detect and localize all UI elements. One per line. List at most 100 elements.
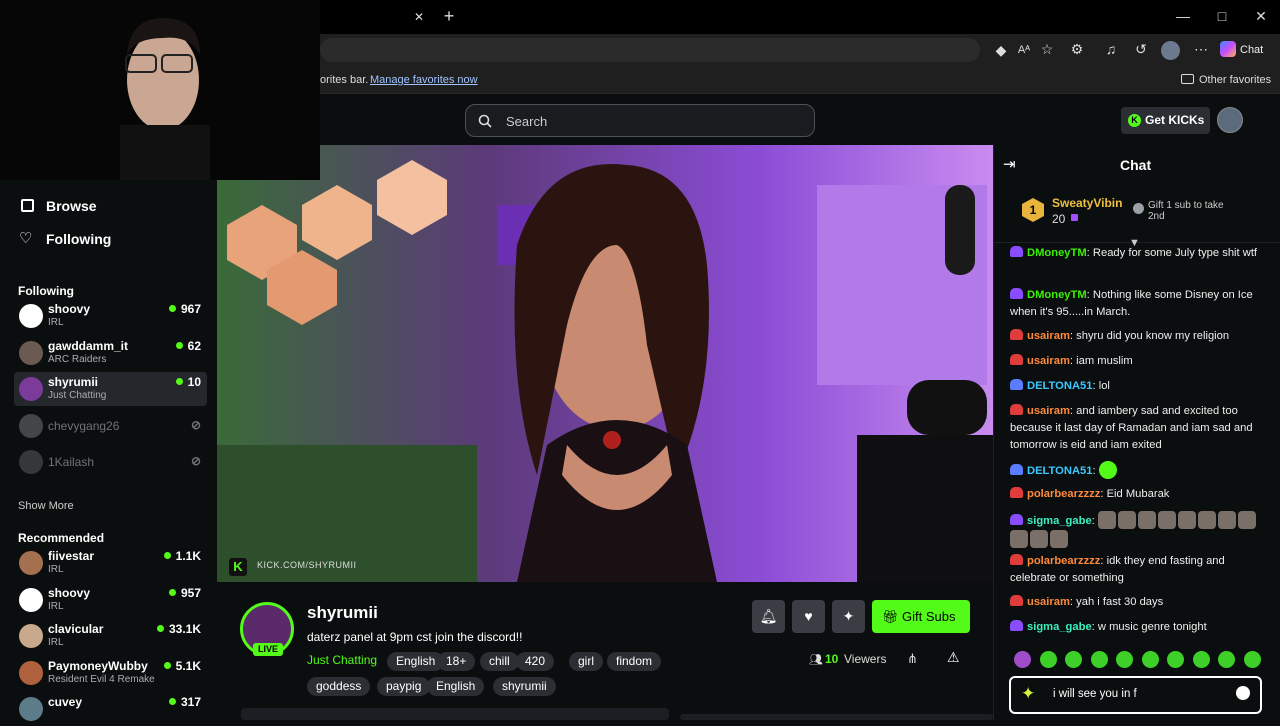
sidebar-channel[interactable]: shyrumii Just Chatting 10 (14, 372, 207, 407)
channel-category: IRL (48, 564, 64, 575)
extensions-icon[interactable]: ⚙ (1068, 41, 1086, 57)
media-icon[interactable]: ♫ (1102, 41, 1120, 57)
channel-name: shoovy (48, 585, 91, 600)
nav-following[interactable]: Following (46, 231, 111, 247)
quick-emote-icon[interactable] (1141, 651, 1159, 668)
cat-emote-icon (1137, 511, 1156, 529)
category-link[interactable]: Just Chatting (307, 653, 377, 667)
favorite-star-icon[interactable]: ☆ (1038, 41, 1056, 57)
sidebar-channel[interactable]: PaymoneyWubby Resident Evil 4 Remake 5.1K (14, 656, 207, 690)
quick-emote-icon[interactable] (1014, 651, 1031, 668)
user-badge-icon (1010, 487, 1023, 498)
follow-button[interactable]: ♥ (792, 600, 825, 633)
sidebar-channel[interactable]: fiivestar IRL 1.1K (14, 546, 207, 580)
quick-emote-icon[interactable] (1192, 651, 1210, 668)
quick-emote-icon[interactable] (1039, 651, 1057, 668)
manage-favorites-link[interactable]: Manage favorites now (370, 74, 478, 86)
sparkle-emote-icon[interactable]: ✦ (1021, 684, 1035, 704)
chat-username[interactable]: DELTONA51 (1027, 380, 1092, 392)
viewer-count: ⊘ (191, 454, 201, 468)
copilot-chat-button[interactable]: Chat (1220, 41, 1263, 57)
quick-emote-icon[interactable] (1243, 651, 1261, 668)
sidebar-channel[interactable]: chevygang26 ⊘ (14, 409, 207, 443)
channel-name[interactable]: shyrumii (307, 603, 378, 623)
read-aloud-icon[interactable]: Aᴬ (1015, 42, 1033, 58)
quick-emote-icon[interactable] (1218, 651, 1235, 668)
chat-username[interactable]: sigma_gabe (1027, 515, 1092, 527)
chat-username[interactable]: sigma_gabe (1027, 621, 1092, 633)
get-kicks-button[interactable]: K Get KICKs (1121, 107, 1210, 134)
report-icon[interactable]: ⚠ (947, 649, 960, 666)
stream-tag[interactable]: shyrumii (493, 677, 556, 696)
chat-username[interactable]: polarbearzzzz (1027, 555, 1100, 567)
channel-name: shyrumii (48, 375, 99, 390)
chat-username[interactable]: DELTONA51 (1027, 465, 1092, 477)
stream-tag[interactable]: findom (607, 652, 662, 671)
leader-name[interactable]: SweatyVibin (1052, 196, 1122, 210)
url-field[interactable] (320, 38, 980, 62)
stream-tag[interactable]: girl (569, 652, 604, 671)
channel-name: gawddamm_it (48, 338, 129, 353)
chat-message: polarbearzzzz: Eid Mubarak (1010, 486, 1266, 503)
emoji-picker-icon[interactable] (1236, 686, 1250, 700)
chat-username[interactable]: usairam (1027, 330, 1070, 342)
quick-emote-icon[interactable] (1090, 651, 1108, 668)
info-panel-bar-2 (680, 714, 993, 720)
gift-leaderboard: 1 SweatyVibin 20 Gift 1 sub to take 2nd (994, 183, 1280, 243)
share-icon[interactable]: ⋔ (907, 651, 918, 667)
user-avatar[interactable] (1217, 107, 1243, 133)
gift-prompt[interactable]: Gift 1 sub to take 2nd (1148, 200, 1238, 222)
quick-emote-icon[interactable] (1065, 651, 1082, 668)
user-badge-icon (1010, 329, 1023, 340)
sidebar-channel[interactable]: gawddamm_it ARC Raiders 62 (14, 336, 207, 370)
stream-tag[interactable]: goddess (307, 677, 371, 696)
chat-username[interactable]: DMoneyTM (1027, 289, 1087, 301)
emote-bar (1014, 651, 1276, 671)
sidebar-channel[interactable]: shoovy IRL 957 (14, 583, 207, 617)
user-badge-icon (1010, 464, 1023, 475)
nav-browse[interactable]: Browse (46, 198, 97, 214)
quick-emote-icon[interactable] (1167, 651, 1184, 668)
chat-username[interactable]: usairam (1027, 405, 1070, 417)
sidebar-channel[interactable]: shoovy IRL 967 (14, 299, 207, 333)
search-input[interactable]: Search (506, 114, 547, 129)
sidebar-channel[interactable]: 1Kailash ⊘ (14, 445, 207, 479)
collapse-chat-icon[interactable]: ⇥ (1003, 155, 1016, 173)
cat-emote-icon (1177, 511, 1196, 529)
tab-close-icon[interactable]: ✕ (410, 9, 428, 25)
video-player[interactable]: K KICK.COM/SHYRUMII (217, 145, 993, 582)
viewer-count: ⊘ (191, 418, 201, 432)
profile-avatar[interactable] (1161, 41, 1180, 60)
stream-tag[interactable]: chill (480, 652, 519, 671)
more-menu-icon[interactable]: ⋯ (1192, 41, 1210, 57)
history-icon[interactable]: ↺ (1132, 41, 1150, 57)
search-bar[interactable]: Search (465, 104, 815, 137)
sidebar-channel[interactable]: cuvey 317 (14, 692, 207, 726)
show-more-link[interactable]: Show More (18, 500, 74, 512)
gift-subs-button[interactable]: 🎁︎ Gift Subs (872, 600, 970, 633)
channel-avatar (19, 551, 43, 575)
window-close-icon[interactable]: ✕ (1252, 8, 1270, 24)
stream-tag[interactable]: 420 (516, 652, 555, 671)
chat-message: usairam: shyru did you know my religion (1010, 328, 1266, 345)
quick-emote-icon[interactable] (1116, 651, 1133, 668)
tag-icon[interactable]: ◆ (992, 42, 1010, 58)
chat-username[interactable]: usairam (1027, 355, 1070, 367)
chat-username[interactable]: polarbearzzzz (1027, 488, 1100, 500)
stream-tag[interactable]: English (427, 677, 485, 696)
new-tab-icon[interactable]: + (440, 7, 458, 25)
chat-username[interactable]: usairam (1027, 596, 1070, 608)
notifications-button[interactable]: 🔔︎ (752, 600, 785, 633)
stream-tag[interactable]: English (387, 652, 445, 671)
chat-input-box[interactable]: ✦ i will see you in f (1009, 676, 1262, 714)
minimize-icon[interactable]: — (1174, 8, 1192, 24)
stream-tag[interactable]: 18+ (437, 652, 476, 671)
chat-input[interactable]: i will see you in f (1053, 688, 1137, 700)
chat-username[interactable]: DMoneyTM (1027, 247, 1087, 259)
stream-tag[interactable]: paypig (377, 677, 431, 696)
other-favorites[interactable]: Other favorites (1199, 74, 1271, 86)
sparkle-button[interactable]: ✦ (832, 600, 865, 633)
channel-name: cuvey (48, 695, 83, 710)
sidebar-channel[interactable]: clavicular IRL 33.1K (14, 619, 207, 653)
maximize-icon[interactable]: □ (1213, 8, 1231, 24)
